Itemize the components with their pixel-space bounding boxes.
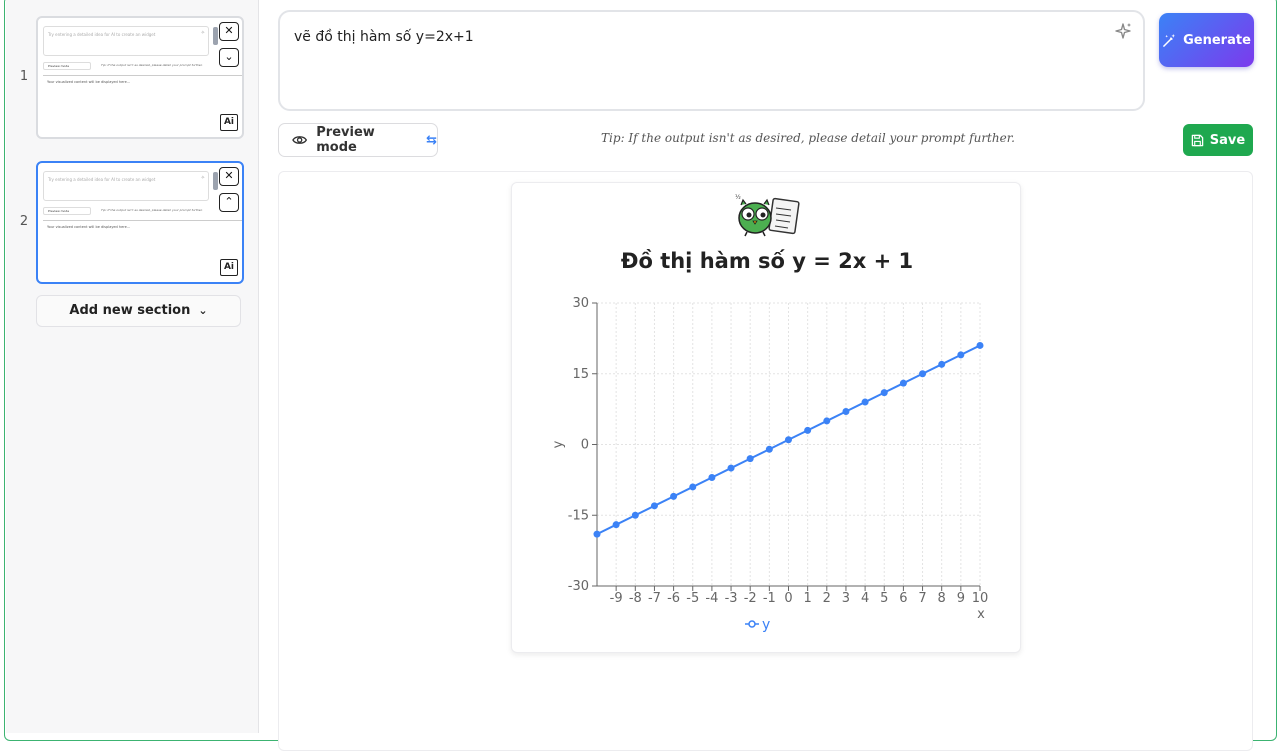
chevron-down-icon: ⌄: [198, 304, 208, 317]
sections-sidebar: 1 Try entering a detailed idea for AI to…: [6, 0, 259, 733]
mini-tip: Tip: If the output isn't as desired, ple…: [101, 208, 203, 212]
sparkle-icon: ✧: [200, 30, 205, 36]
preview-label: Preview mode: [316, 125, 375, 155]
floppy-disk-icon: [1191, 134, 1204, 146]
mini-toolbar: Preview mode Tip: If the output isn't as…: [43, 62, 242, 70]
add-section-label: Add new section: [69, 303, 191, 318]
prompt-text[interactable]: vẽ đồ thị hàm số y=2x+1: [294, 29, 474, 45]
move-section-down-button[interactable]: ⌄: [219, 48, 239, 67]
prompt-input[interactable]: vẽ đồ thị hàm số y=2x+1: [278, 10, 1145, 111]
eye-icon: [292, 136, 308, 144]
swap-arrows-icon: ⇆: [426, 132, 437, 148]
preview-mode-button[interactable]: Preview mode ⇆: [278, 123, 438, 157]
section-number: 2: [19, 214, 29, 229]
ai-badge: Ai: [220, 114, 238, 131]
move-section-up-button[interactable]: ⌃: [219, 193, 239, 212]
mini-generate-button: [213, 27, 218, 45]
chevron-down-icon: ⌄: [224, 50, 234, 63]
mini-preview-button: Preview mode: [43, 62, 91, 70]
section-thumbnail-1[interactable]: Try entering a detailed idea for AI to c…: [36, 16, 244, 139]
mini-divider: [43, 75, 242, 76]
ai-badge: Ai: [220, 259, 238, 276]
svg-text:½: ½: [735, 194, 741, 201]
chart-title: Đồ thị hàm số y = 2x + 1: [620, 249, 914, 273]
mini-prompt-input: Try entering a detailed idea for AI to c…: [43, 171, 209, 201]
add-new-section-button[interactable]: Add new section ⌄: [36, 295, 241, 327]
save-label: Save: [1209, 132, 1246, 148]
close-icon: ✕: [224, 24, 234, 37]
mini-placeholder: Try entering a detailed idea for AI to c…: [48, 177, 156, 182]
generate-button[interactable]: Generate: [1159, 13, 1254, 67]
chart-card: ½ Đồ thị hàm số y = 2x + 1: [511, 182, 1021, 653]
save-button[interactable]: Save: [1183, 124, 1253, 156]
mini-body-text: Your visualized content will be displaye…: [47, 225, 131, 229]
tip-text: Tip: If the output isn't as desired, ple…: [601, 131, 1015, 145]
delete-section-button[interactable]: ✕: [219, 167, 239, 186]
sparkle-icon[interactable]: [1113, 21, 1133, 41]
mini-tip: Tip: If the output isn't as desired, ple…: [101, 63, 203, 67]
sparkle-icon: ✧: [200, 175, 205, 181]
owl-mascot-icon: ½: [735, 194, 800, 237]
delete-section-button[interactable]: ✕: [219, 22, 239, 41]
mini-prompt-input: Try entering a detailed idea for AI to c…: [43, 26, 209, 56]
mini-generate-button: [213, 172, 218, 190]
chevron-up-icon: ⌃: [224, 195, 234, 208]
generate-label: Generate: [1183, 32, 1251, 48]
mini-preview-button: Preview mode: [43, 207, 91, 215]
section-number: 1: [19, 69, 29, 84]
magic-wand-icon: [1163, 33, 1176, 47]
mini-toolbar: Preview mode Tip: If the output isn't as…: [43, 207, 242, 215]
mini-placeholder: Try entering a detailed idea for AI to c…: [48, 32, 156, 37]
mini-body-text: Your visualized content will be displaye…: [47, 80, 131, 84]
close-icon: ✕: [224, 169, 234, 182]
mini-divider: [43, 220, 242, 221]
section-thumbnail-2[interactable]: Try entering a detailed idea for AI to c…: [36, 161, 244, 284]
